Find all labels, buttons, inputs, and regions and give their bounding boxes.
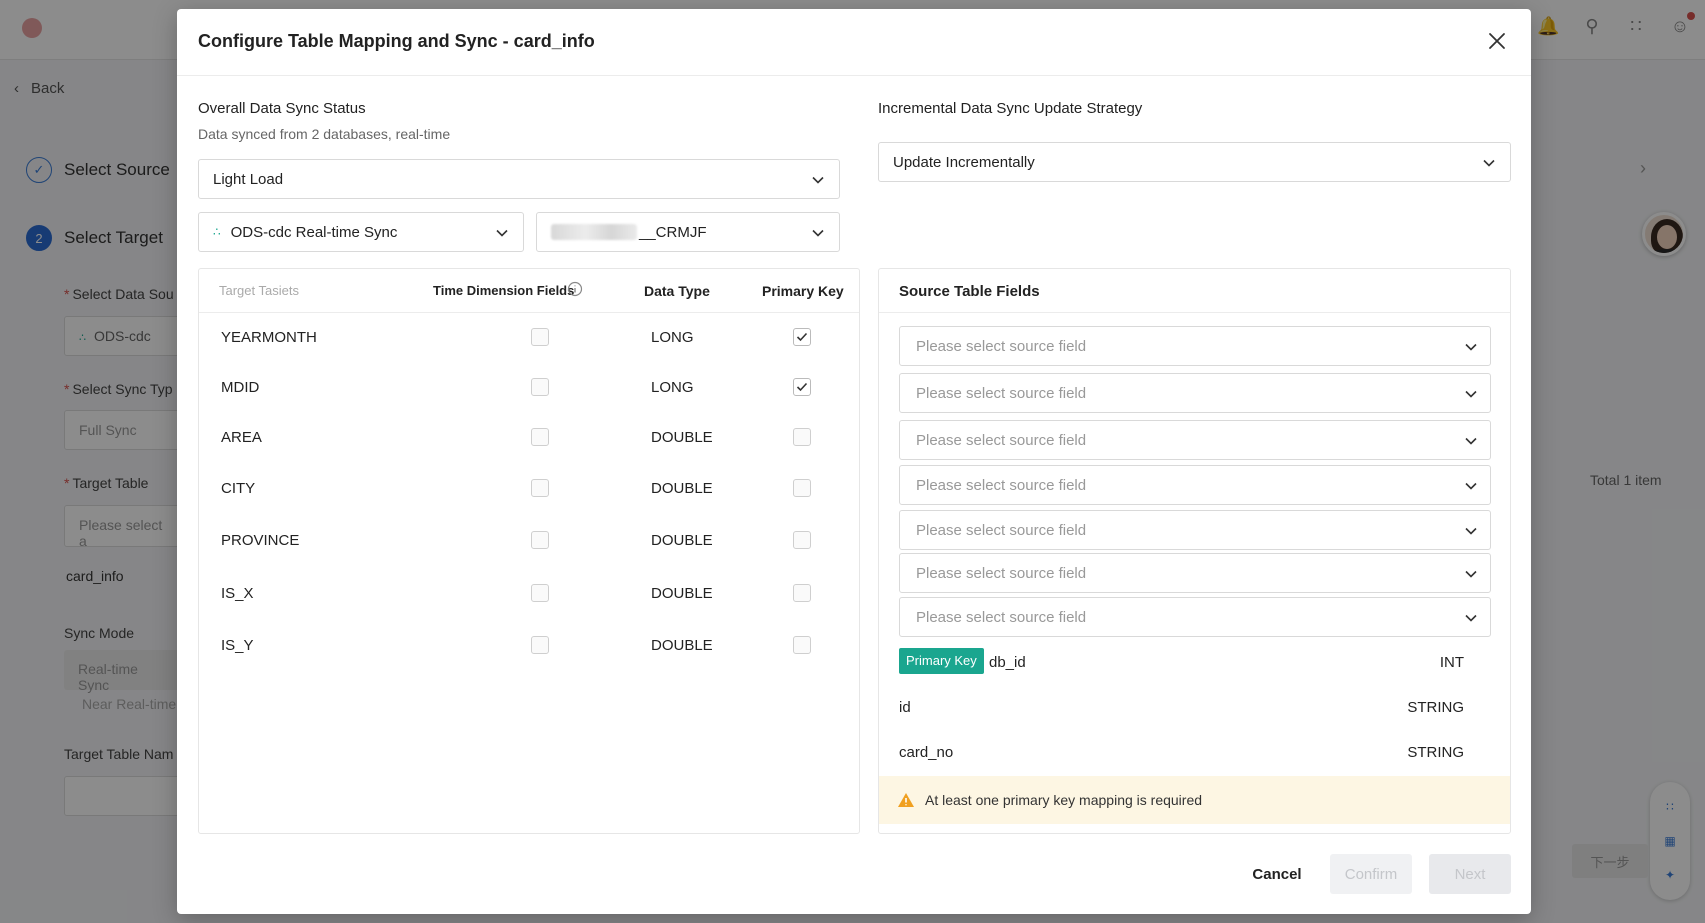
chevron-down-icon xyxy=(812,229,824,237)
source-field-select[interactable]: Please select source field xyxy=(899,510,1491,550)
sync-source-select[interactable]: ∴ ODS-cdc Real-time Sync xyxy=(198,212,524,252)
strategy-title: Incremental Data Sync Update Strategy xyxy=(878,100,1143,117)
warning-banner: At least one primary key mapping is requ… xyxy=(879,776,1510,824)
primary-key-checkbox[interactable] xyxy=(793,428,811,446)
table-header: Target Tasiets Time Dimension Fields Dat… xyxy=(199,269,859,313)
primary-key-checkbox[interactable] xyxy=(793,584,811,602)
source-field-row[interactable]: Primary Key db_id INT xyxy=(899,648,1464,678)
info-icon[interactable] xyxy=(567,281,583,297)
source-field-select[interactable]: Please select source field xyxy=(899,420,1491,460)
primary-key-checkbox[interactable] xyxy=(793,378,811,396)
confirm-button[interactable]: Confirm xyxy=(1330,854,1412,894)
chevron-down-icon xyxy=(1465,527,1477,535)
chevron-down-icon xyxy=(1465,343,1477,351)
next-button[interactable]: Next xyxy=(1429,854,1511,894)
strategy-select[interactable]: Update Incrementally xyxy=(878,142,1511,182)
table-row: IS_X DOUBLE xyxy=(199,569,859,617)
source-field-select[interactable]: Please select source field xyxy=(899,326,1491,366)
table-row: IS_Y DOUBLE xyxy=(199,621,859,669)
checkmark-icon xyxy=(796,382,808,392)
redacted-text xyxy=(551,224,637,240)
primary-key-checkbox[interactable] xyxy=(793,531,811,549)
time-dimension-checkbox[interactable] xyxy=(531,636,549,654)
chevron-down-icon xyxy=(1483,159,1495,167)
mapping-modal: Configure Table Mapping and Sync - card_… xyxy=(177,9,1531,914)
time-dimension-checkbox[interactable] xyxy=(531,328,549,346)
target-fields-table: Target Tasiets Time Dimension Fields Dat… xyxy=(198,268,860,834)
source-field-select[interactable]: Please select source field xyxy=(899,597,1491,637)
database-select[interactable]: __CRMJF xyxy=(536,212,840,252)
source-field-select[interactable]: Please select source field xyxy=(899,465,1491,505)
sync-status-subtitle: Data synced from 2 databases, real-time xyxy=(198,126,451,142)
checkmark-icon xyxy=(796,332,808,342)
primary-key-badge: Primary Key xyxy=(899,648,984,674)
chevron-down-icon xyxy=(496,229,508,237)
time-dimension-checkbox[interactable] xyxy=(531,479,549,497)
source-field-row[interactable]: card_no STRING xyxy=(899,738,1464,768)
chevron-down-icon xyxy=(1465,614,1477,622)
time-dimension-checkbox[interactable] xyxy=(531,531,549,549)
table-row: YEARMONTH LONG xyxy=(199,313,859,361)
header-primary-key: Primary Key xyxy=(762,283,844,299)
source-fields-header: Source Table Fields xyxy=(879,269,1510,313)
time-dimension-checkbox[interactable] xyxy=(531,428,549,446)
modal-header: Configure Table Mapping and Sync - card_… xyxy=(177,9,1531,76)
load-select[interactable]: Light Load xyxy=(198,159,840,199)
source-field-select[interactable]: Please select source field xyxy=(899,553,1491,593)
table-row: PROVINCE DOUBLE xyxy=(199,516,859,564)
table-row: MDID LONG xyxy=(199,363,859,411)
table-row: CITY DOUBLE xyxy=(199,464,859,512)
table-row: AREA DOUBLE xyxy=(199,413,859,461)
source-fields-panel: Source Table Fields Please select source… xyxy=(878,268,1511,834)
chevron-down-icon xyxy=(1465,482,1477,490)
source-field-row[interactable]: id STRING xyxy=(899,693,1464,723)
modal-title: Configure Table Mapping and Sync - card_… xyxy=(198,31,595,51)
close-button[interactable] xyxy=(1485,29,1509,53)
time-dimension-checkbox[interactable] xyxy=(531,378,549,396)
chevron-down-icon xyxy=(1465,437,1477,445)
chevron-down-icon xyxy=(812,176,824,184)
time-dimension-checkbox[interactable] xyxy=(531,584,549,602)
warning-icon xyxy=(898,793,914,807)
source-field-select[interactable]: Please select source field xyxy=(899,373,1491,413)
sync-status-title: Overall Data Sync Status xyxy=(198,100,366,117)
header-time-dimension: Time Dimension Fields xyxy=(433,283,575,298)
database-icon: ∴ xyxy=(213,225,221,239)
chevron-down-icon xyxy=(1465,390,1477,398)
primary-key-checkbox[interactable] xyxy=(793,479,811,497)
primary-key-checkbox[interactable] xyxy=(793,328,811,346)
cancel-button[interactable]: Cancel xyxy=(1235,854,1319,894)
close-icon xyxy=(1489,33,1505,49)
chevron-down-icon xyxy=(1465,570,1477,578)
primary-key-checkbox[interactable] xyxy=(793,636,811,654)
header-target-tables: Target Tasiets xyxy=(219,283,299,298)
header-data-type: Data Type xyxy=(644,283,710,299)
